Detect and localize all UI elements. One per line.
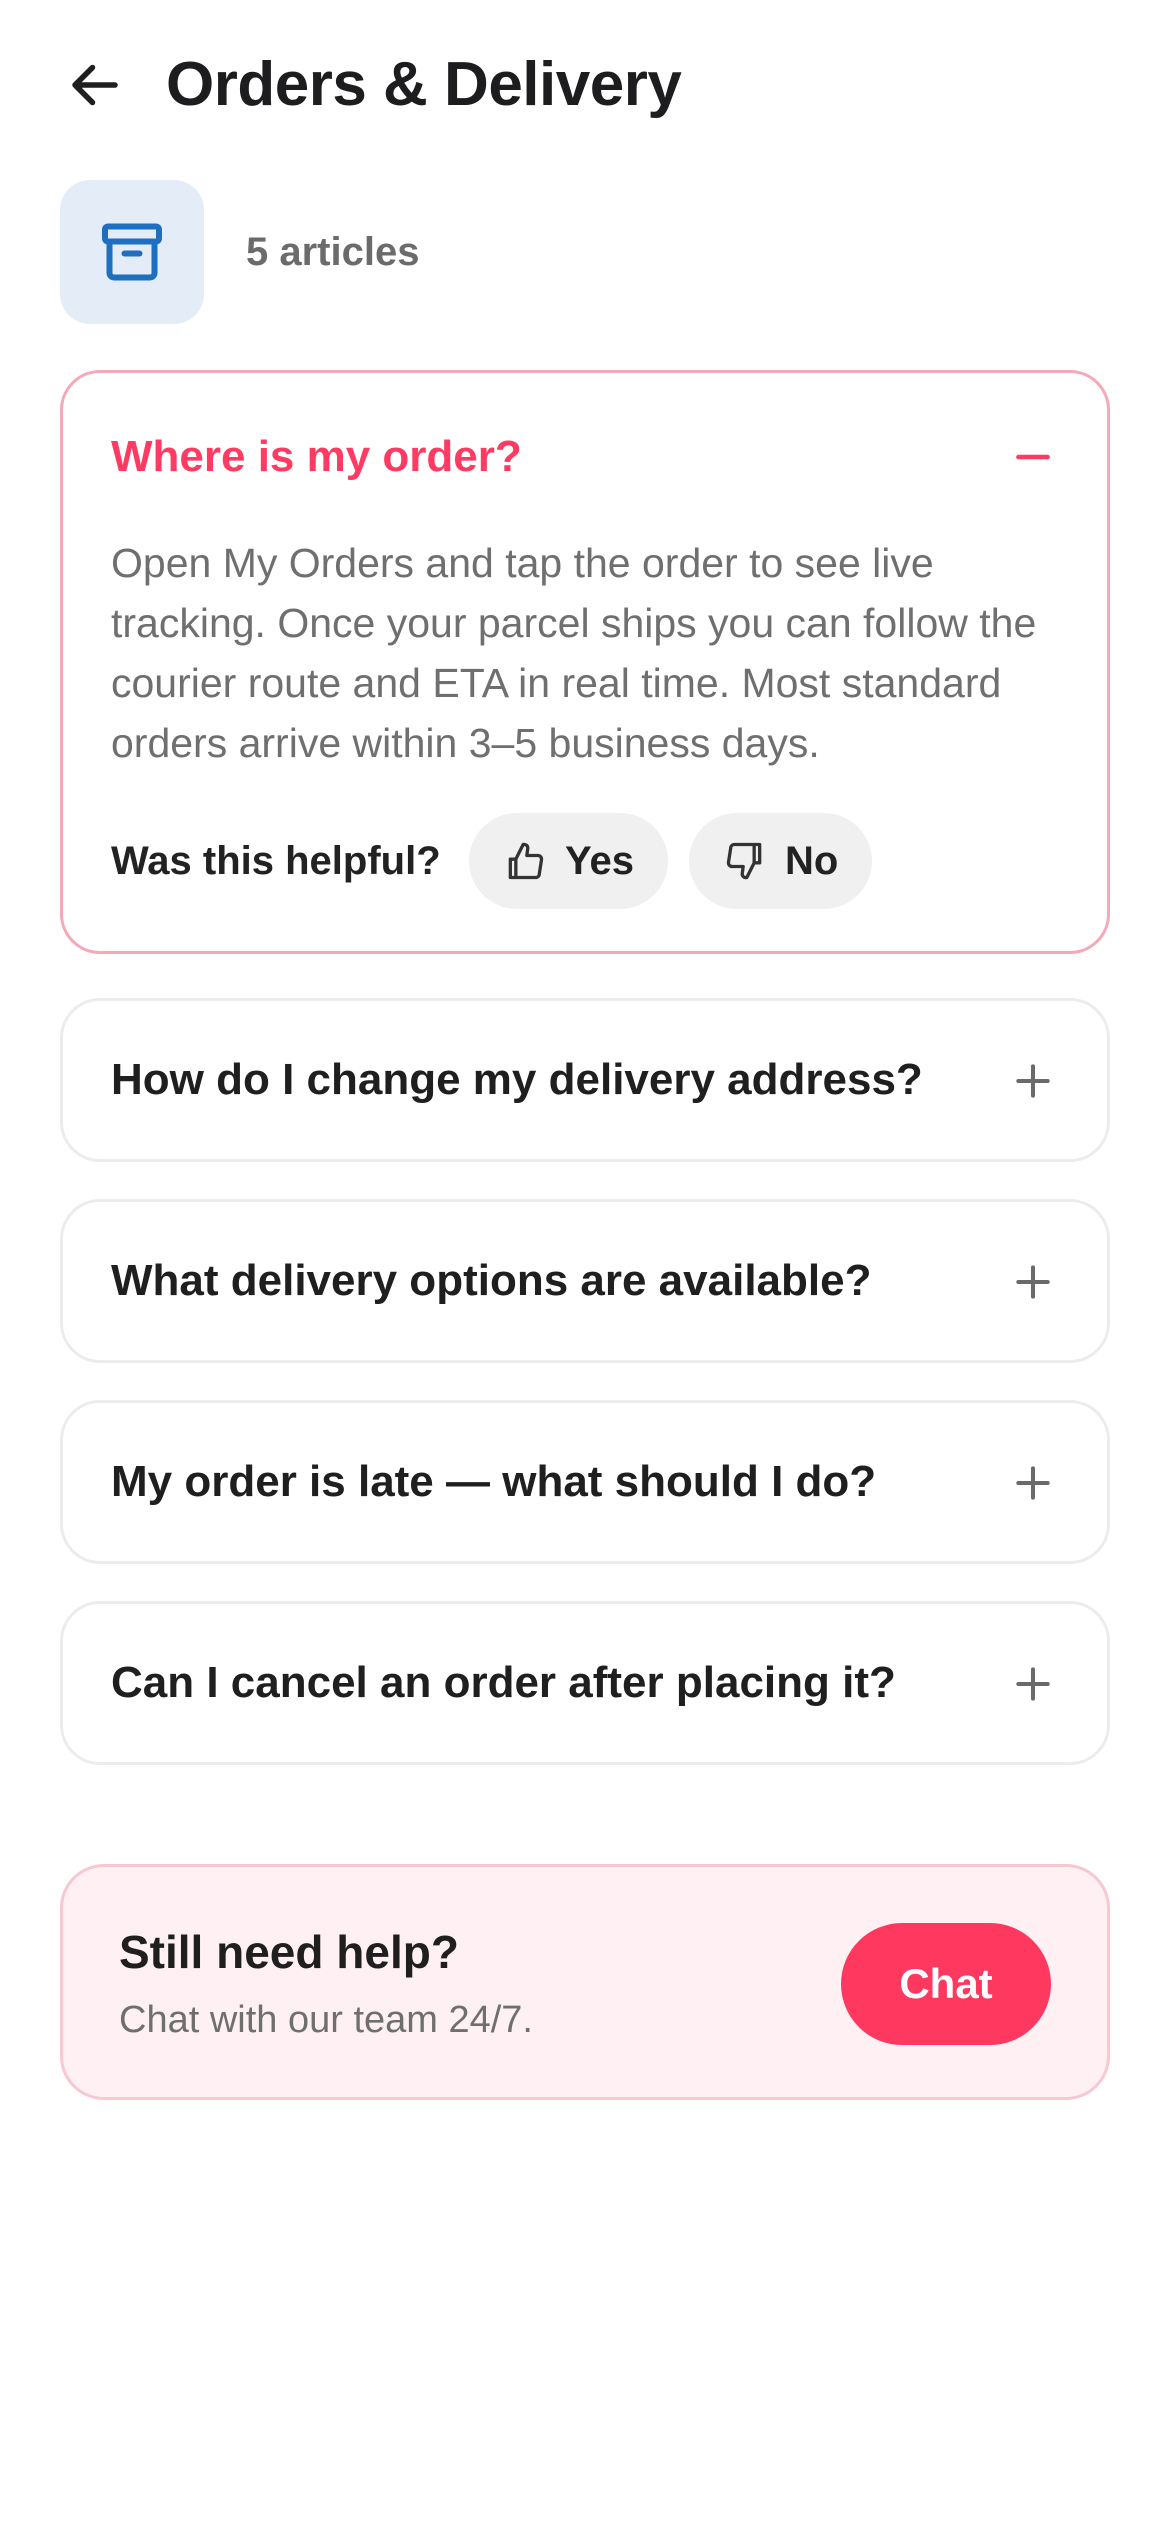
faq-item[interactable]: My order is late — what should I do? (60, 1400, 1110, 1564)
expand-button[interactable] (1003, 1051, 1063, 1111)
faq-answer: Open My Orders and tap the order to see … (111, 540, 1037, 766)
plus-icon (1016, 1064, 1050, 1098)
help-subtitle: Chat with our team 24/7. (119, 1999, 533, 2041)
expand-button[interactable] (1003, 1654, 1063, 1714)
arrow-left-icon (72, 64, 118, 106)
faq-item[interactable]: Can I cancel an order after placing it? (60, 1601, 1110, 1765)
help-title: Still need help? (119, 1926, 459, 1978)
faq-question[interactable]: Can I cancel an order after placing it? (111, 1655, 896, 1711)
helpful-prompt: Was this helpful? (111, 839, 441, 883)
faq-item-open: Where is my order? Open My Orders and ta… (60, 370, 1110, 954)
faq-question[interactable]: What delivery options are available? (111, 1253, 871, 1309)
expand-button[interactable] (1003, 1453, 1063, 1513)
minus-icon (1016, 454, 1050, 460)
yes-label: Yes (565, 838, 634, 883)
header: Orders & Delivery (0, 0, 1170, 170)
page-title: Orders & Delivery (166, 50, 682, 119)
thumbs-down-icon (726, 842, 762, 880)
faq-item[interactable]: What delivery options are available? (60, 1199, 1110, 1363)
collapse-button[interactable] (1003, 427, 1063, 487)
back-button[interactable] (60, 50, 130, 120)
thumbs-up-icon (508, 842, 544, 880)
help-card: Still need help? Chat with our team 24/7… (60, 1864, 1110, 2100)
plus-icon (1016, 1265, 1050, 1299)
helpful-no-button[interactable]: No (689, 813, 873, 909)
faq-question[interactable]: Where is my order? (111, 429, 522, 485)
archive-box-icon (102, 223, 162, 281)
plus-icon (1016, 1667, 1050, 1701)
faq-question[interactable]: My order is late — what should I do? (111, 1454, 876, 1510)
expand-button[interactable] (1003, 1252, 1063, 1312)
faq-question[interactable]: How do I change my delivery address? (111, 1052, 923, 1108)
faq-screen: Orders & Delivery 5 articles Where is my… (0, 0, 1170, 2532)
plus-icon (1016, 1466, 1050, 1500)
article-count: 5 articles (246, 230, 420, 274)
category-icon-tile (60, 180, 204, 324)
faq-item[interactable]: How do I change my delivery address? (60, 998, 1110, 1162)
no-label: No (785, 838, 839, 883)
helpful-yes-button[interactable]: Yes (469, 813, 668, 909)
chat-button[interactable]: Chat (841, 1923, 1051, 2045)
